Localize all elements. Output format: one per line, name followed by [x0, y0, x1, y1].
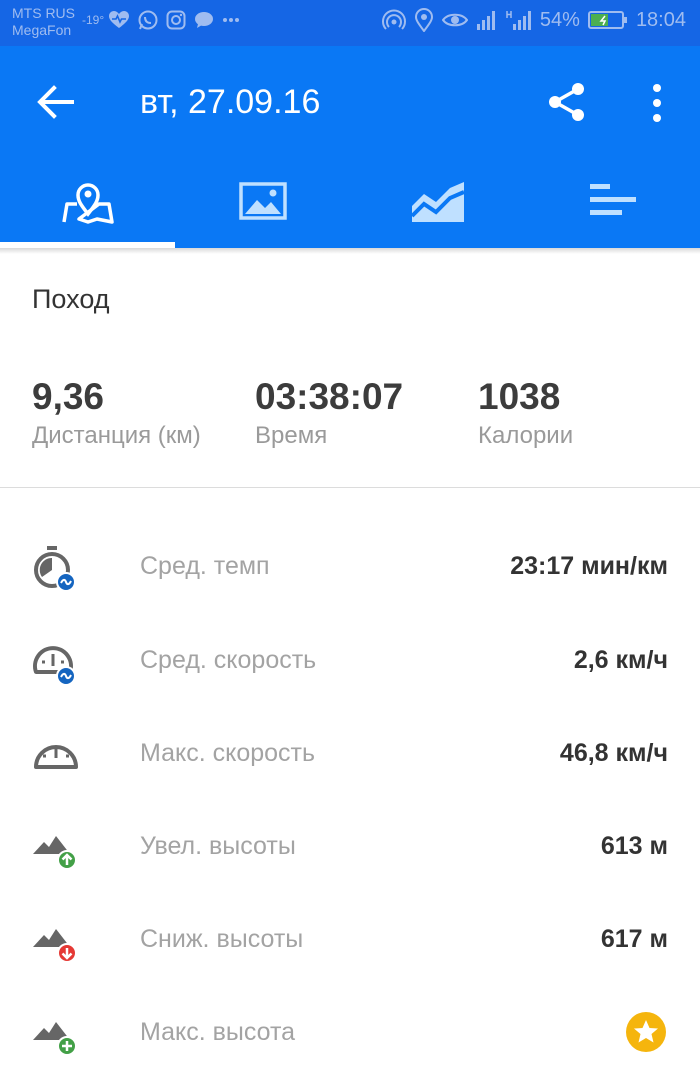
signal-h-plus-icon: [506, 11, 531, 30]
stat-label: Сниж. высоты: [140, 925, 304, 953]
max-speed-icon: [34, 745, 78, 769]
list-icon: [589, 184, 636, 215]
activity-type: Поход: [32, 284, 110, 314]
time-value: 03:38:07: [255, 376, 404, 417]
image-icon: [238, 182, 287, 220]
stat-value: 617 м: [600, 925, 668, 953]
page-title: вт, 27.09.16: [140, 83, 321, 121]
star-icon: [634, 1020, 658, 1043]
elevation-gain-icon: [33, 836, 77, 870]
stat-value: 2,6 км/ч: [573, 646, 668, 674]
stat-label: Макс. скорость: [140, 739, 316, 767]
avg-pace-icon: [34, 546, 76, 592]
more-notifications-icon: [223, 18, 239, 22]
temperature: -19°: [82, 13, 105, 27]
carrier-secondary: MegaFon: [12, 22, 72, 38]
calories-label: Калории: [478, 422, 574, 449]
distance-label: Дистанция (км): [32, 422, 201, 449]
stat-row-avg-pace: Сред. темп 23:17 мин/км: [0, 532, 700, 602]
stat-value: 23:17 мин/км: [510, 552, 668, 580]
avg-speed-icon: [33, 646, 76, 686]
map-icon: [61, 183, 114, 224]
app-bar: вт, 27.09.16: [0, 46, 700, 248]
divider: [0, 487, 700, 488]
stat-row-max-elevation: Макс. высота: [0, 998, 700, 1068]
battery-percent: 54%: [539, 8, 580, 31]
chart-icon: [410, 182, 465, 222]
app-bar-shadow: [0, 248, 700, 254]
premium-star-badge[interactable]: [626, 1012, 666, 1052]
clock: 18:04: [635, 8, 686, 31]
stat-row-elevation-loss: Сниж. высоты 617 м: [0, 905, 700, 975]
tab-map[interactable]: [0, 174, 175, 248]
heart-pulse-icon: [109, 11, 129, 28]
calories-value: 1038: [478, 376, 561, 417]
stat-row-max-speed: Макс. скорость 46,8 км/ч: [0, 719, 700, 789]
max-elevation-icon: [33, 1022, 77, 1056]
share-icon[interactable]: [546, 80, 588, 124]
stat-label: Увел. высоты: [140, 832, 296, 860]
stat-row-avg-speed: Сред. скорость 2,6 км/ч: [0, 626, 700, 696]
carrier-info: MTS RUS MegaFon: [12, 5, 75, 39]
carrier-primary: MTS RUS: [12, 5, 75, 21]
tab-splits[interactable]: [525, 174, 700, 248]
status-bar: MTS RUS MegaFon -19° 54% 18:04: [0, 0, 700, 46]
stat-label: Сред. скорость: [140, 646, 317, 674]
chat-icon: [195, 12, 213, 28]
signal-icon: [476, 11, 495, 30]
eye-icon: [441, 13, 468, 27]
tab-charts[interactable]: [350, 174, 525, 248]
notification-icons: [108, 10, 240, 30]
back-arrow-icon[interactable]: [34, 82, 76, 122]
tab-photos[interactable]: [175, 174, 350, 248]
battery-icon: [587, 11, 627, 29]
stat-label: Макс. высота: [140, 1018, 296, 1046]
stat-value: 613 м: [600, 832, 668, 860]
stat-row-elevation-gain: Увел. высоты 613 м: [0, 812, 700, 882]
elevation-loss-icon: [33, 929, 77, 963]
location-icon: [414, 8, 433, 32]
distance-value: 9,36: [32, 376, 105, 417]
instagram-icon: [166, 10, 186, 30]
stat-value: 46,8 км/ч: [559, 739, 668, 767]
system-status: 54% 18:04: [381, 8, 686, 32]
more-vert-icon[interactable]: [646, 82, 668, 124]
stat-label: Сред. темп: [140, 552, 270, 580]
hotspot-icon: [381, 9, 406, 30]
whatsapp-icon: [138, 10, 158, 30]
time-label: Время: [255, 422, 328, 449]
